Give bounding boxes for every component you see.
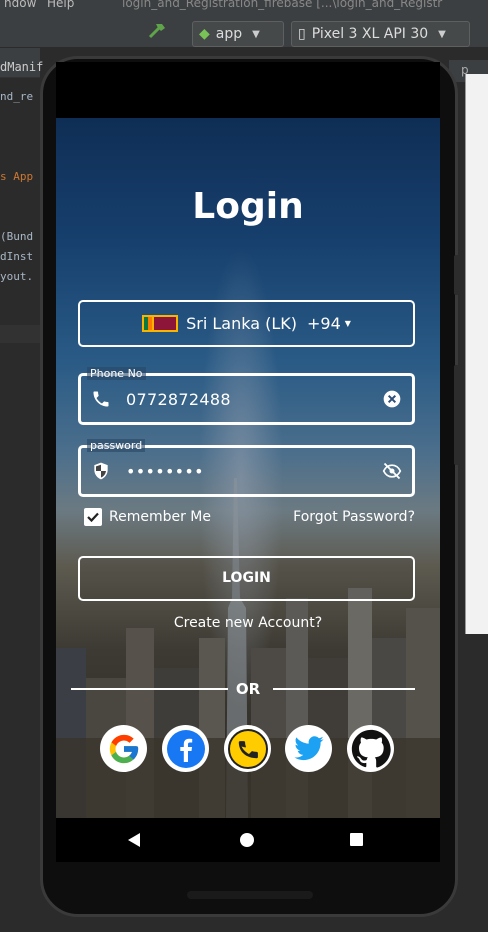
create-account-link[interactable]: Create new Account? <box>56 615 440 631</box>
editor-tab-label[interactable]: dManif <box>0 60 43 74</box>
ide-toolbar: ◆ app ▼ ▯ Pixel 3 XL API 30 ▼ <box>0 12 488 48</box>
code-line: nd_re <box>0 90 34 103</box>
device-dropdown[interactable]: ▯ Pixel 3 XL API 30 ▼ <box>291 21 470 47</box>
phone-input[interactable]: 0772872488 <box>126 390 231 409</box>
remember-me[interactable]: Remember Me <box>84 508 211 526</box>
facebook-login-button[interactable] <box>162 725 209 772</box>
home-icon[interactable] <box>240 833 254 847</box>
divider-right <box>273 688 415 690</box>
checkmark-icon <box>87 512 99 523</box>
window-title: login_and_Registration_firebase [...\log… <box>122 0 443 10</box>
editor-gutter-band <box>0 325 40 343</box>
android-nav-bar <box>56 818 440 862</box>
app-screen: Login Sri Lanka (LK) +94 ▼ Phone No 0772… <box>56 118 440 818</box>
back-icon[interactable] <box>127 832 141 848</box>
github-icon <box>351 729 391 768</box>
facebook-icon <box>166 729 205 768</box>
power-button <box>454 365 460 465</box>
run-config-dropdown[interactable]: ◆ app ▼ <box>192 21 284 47</box>
login-button[interactable]: LOGIN <box>78 556 415 601</box>
github-login-button[interactable] <box>347 725 394 772</box>
code-line: yout. <box>0 270 34 283</box>
phone-icon <box>93 391 109 407</box>
dial-code: +94 <box>306 314 341 333</box>
chevron-down-icon: ▼ <box>252 28 260 40</box>
twitter-icon <box>293 735 324 760</box>
code-editor-sliver: dManif nd_re s App (Bund dInst yout. <box>0 48 43 932</box>
phone-field[interactable]: Phone No 0772872488 <box>78 367 415 425</box>
volume-button <box>454 255 460 295</box>
remember-me-label: Remember Me <box>109 509 211 525</box>
run-config-label: app <box>215 26 243 42</box>
phone-chin <box>187 891 313 899</box>
phone-field-label: Phone No <box>87 367 146 380</box>
password-input[interactable]: •••••••• <box>126 462 204 481</box>
chevron-down-icon: ▼ <box>438 28 446 40</box>
google-icon <box>109 734 138 763</box>
ide-menubar: ndow Help login_and_Registration_firebas… <box>0 0 488 12</box>
chevron-down-icon: ▼ <box>344 319 351 328</box>
google-login-button[interactable] <box>100 725 147 772</box>
sri-lanka-flag-icon <box>142 315 179 332</box>
code-line: dInst <box>0 250 34 263</box>
clear-icon[interactable] <box>382 389 402 409</box>
right-panel-content <box>465 74 488 634</box>
device-icon: ▯ <box>298 26 306 42</box>
remember-me-checkbox[interactable] <box>84 508 102 526</box>
recents-icon[interactable] <box>350 833 363 846</box>
status-bar <box>56 62 440 118</box>
password-field-label: password <box>87 439 146 452</box>
device-label: Pixel 3 XL API 30 <box>311 26 429 42</box>
android-icon: ◆ <box>199 26 210 42</box>
page-title: Login <box>192 186 304 227</box>
shield-icon <box>94 462 108 480</box>
country-name: Sri Lanka (LK) <box>186 314 297 333</box>
password-field[interactable]: password •••••••• <box>78 439 415 497</box>
code-line: s App <box>0 170 34 183</box>
menu-help[interactable]: Help <box>47 0 74 10</box>
visibility-off-icon[interactable] <box>382 461 402 481</box>
phone-icon <box>227 728 268 769</box>
build-hammer-icon[interactable] <box>147 22 167 40</box>
forgot-password-link[interactable]: Forgot Password? <box>293 509 415 525</box>
phone-login-button[interactable] <box>224 725 271 772</box>
menu-window[interactable]: ndow <box>4 0 36 10</box>
twitter-login-button[interactable] <box>285 725 332 772</box>
country-code-picker[interactable]: Sri Lanka (LK) +94 ▼ <box>78 300 415 347</box>
code-line: (Bund <box>0 230 34 243</box>
